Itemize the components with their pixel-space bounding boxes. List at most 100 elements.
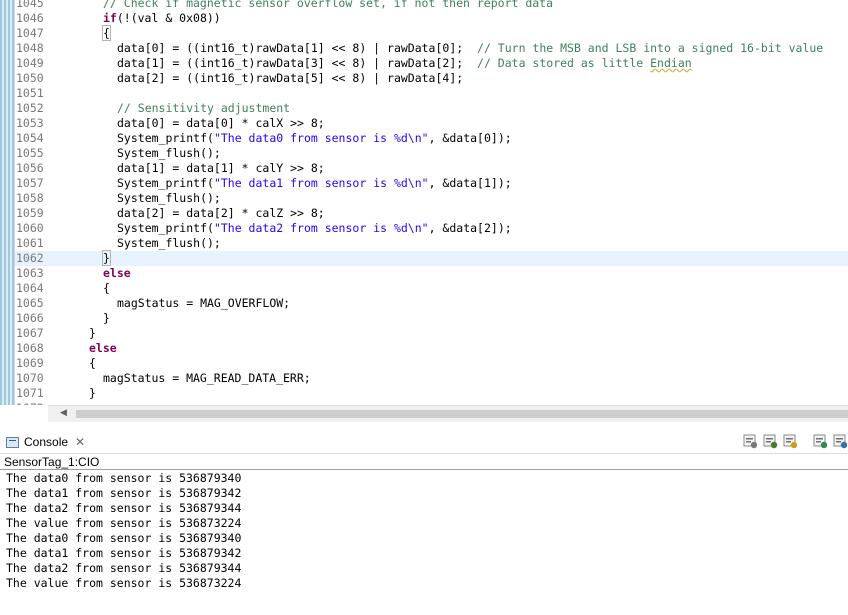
code-token: System_printf(: [117, 176, 214, 190]
code-text: else: [103, 266, 131, 281]
code-token: if: [103, 11, 117, 25]
code-text: System_flush();: [117, 191, 221, 206]
code-line[interactable]: 1047 {: [15, 25, 848, 41]
code-token: else: [103, 266, 131, 280]
code-area[interactable]: 1045 // Check if magnetic sensor overflow…: [15, 0, 848, 405]
code-text: {: [102, 25, 111, 41]
tab-console[interactable]: Console ✕: [6, 433, 85, 451]
code-line[interactable]: 1051: [15, 86, 848, 101]
line-number: 1054: [16, 131, 44, 145]
line-number: 1049: [16, 56, 44, 70]
console-output-line: The data2 from sensor is 536879344: [6, 501, 242, 515]
code-token: System_flush();: [117, 146, 221, 160]
code-line[interactable]: 1063 else: [15, 266, 848, 281]
code-token: System_flush();: [117, 191, 221, 205]
code-line[interactable]: 1071}: [15, 386, 848, 401]
code-line[interactable]: 1049 data[1] = ((int16_t)rawData[3] << 8)…: [15, 56, 848, 71]
code-line[interactable]: 1054 System_printf("The data0 from sensor…: [15, 131, 848, 146]
code-text: // Check if magnetic sensor overflow set…: [103, 0, 553, 11]
code-text: System_flush();: [117, 236, 221, 251]
scrollbar-thumb[interactable]: [76, 410, 848, 418]
console-divider: [0, 469, 848, 470]
code-token: }: [102, 250, 111, 266]
code-line[interactable]: 1065 magStatus = MAG_OVERFLOW;: [15, 296, 848, 311]
code-line[interactable]: 1056 data[1] = data[1] * calY >> 8;: [15, 161, 848, 176]
code-token: // Data stored as little: [477, 56, 651, 70]
code-text: magStatus = MAG_READ_DATA_ERR;: [103, 371, 311, 386]
console-name-label: SensorTag_1:CIO: [4, 455, 100, 469]
code-token: System_printf(: [117, 221, 214, 235]
line-number: 1065: [16, 296, 44, 310]
scroll-lock-icon[interactable]: [762, 433, 778, 449]
code-text: // Sensitivity adjustment: [117, 101, 290, 116]
code-text: System_printf("The data1 from sensor is …: [117, 176, 512, 191]
horizontal-scrollbar[interactable]: ◀: [48, 405, 848, 422]
tab-console-label: Console: [24, 435, 69, 449]
clear-console-icon[interactable]: [742, 433, 758, 449]
close-icon[interactable]: ✕: [75, 435, 85, 449]
line-number: 1045: [16, 0, 44, 10]
code-line[interactable]: 1059 data[2] = data[2] * calZ >> 8;: [15, 206, 848, 221]
code-token: magStatus = MAG_OVERFLOW;: [117, 296, 291, 310]
code-token: {: [102, 25, 111, 41]
code-line[interactable]: 1066}: [15, 311, 848, 326]
console-output[interactable]: The data0 from sensor is 536879340 The da…: [6, 471, 241, 591]
code-token: System_flush();: [117, 236, 221, 250]
console-view-header: Console ✕: [0, 429, 848, 454]
code-line[interactable]: 1048 data[0] = ((int16_t)rawData[1] << 8)…: [15, 41, 848, 56]
code-line[interactable]: 1055 System_flush();: [15, 146, 848, 161]
code-text: }: [102, 250, 111, 266]
code-token: // Turn the MSB and LSB into a signed 16…: [477, 41, 824, 55]
code-token: }: [89, 326, 96, 340]
code-line[interactable]: 1070 magStatus = MAG_READ_DATA_ERR;: [15, 371, 848, 386]
display-selected-console-icon[interactable]: [832, 433, 848, 449]
code-line[interactable]: 1057 System_printf("The data1 from sensor…: [15, 176, 848, 191]
code-line[interactable]: 1064 {: [15, 281, 848, 296]
console-toolbar: [742, 432, 848, 450]
code-text: data[0] = ((int16_t)rawData[1] << 8) | r…: [117, 41, 823, 56]
code-token: , &data[2]);: [428, 221, 512, 235]
code-token: {: [89, 356, 96, 370]
line-number: 1050: [16, 71, 44, 85]
line-number: 1053: [16, 116, 44, 130]
pin-console-icon[interactable]: [782, 433, 798, 449]
code-line[interactable]: 1060 System_printf("The data2 from sensor…: [15, 221, 848, 236]
console-output-line: The value from sensor is 536873224: [6, 576, 242, 590]
code-token: , &data[0]);: [428, 131, 512, 145]
code-token: data[2] = ((int16_t)rawData[5] << 8) | r…: [117, 71, 464, 85]
console-output-line: The data1 from sensor is 536879342: [6, 546, 242, 560]
code-line[interactable]: 1050 data[2] = ((int16_t)rawData[5] << 8)…: [15, 71, 848, 86]
code-line[interactable]: 1062}: [15, 250, 848, 266]
code-token: data[1] = ((int16_t)rawData[3] << 8) | r…: [117, 56, 478, 70]
line-number: 1047: [16, 26, 44, 40]
code-editor[interactable]: 1045 // Check if magnetic sensor overflow…: [0, 0, 848, 405]
text-cursor: [109, 251, 111, 264]
code-line[interactable]: 1058 System_flush();: [15, 191, 848, 206]
code-line[interactable]: 1053 data[0] = data[0] * calX >> 8;: [15, 116, 848, 131]
code-line[interactable]: 1045 // Check if magnetic sensor overflow…: [15, 0, 848, 11]
line-number: 1051: [16, 86, 44, 100]
code-token: System_printf(: [117, 131, 214, 145]
line-number: 1068: [16, 341, 44, 355]
code-text: data[2] = data[2] * calZ >> 8;: [117, 206, 325, 221]
code-line[interactable]: 1052 // Sensitivity adjustment: [15, 101, 848, 116]
code-text: data[2] = ((int16_t)rawData[5] << 8) | r…: [117, 71, 463, 86]
code-line[interactable]: 1069 {: [15, 356, 848, 371]
open-console-icon[interactable]: [812, 433, 828, 449]
code-text: else: [89, 341, 117, 356]
code-line[interactable]: 1061 System_flush();: [15, 236, 848, 251]
console-output-line: The data2 from sensor is 536879344: [6, 561, 242, 575]
code-text: magStatus = MAG_OVERFLOW;: [117, 296, 290, 311]
code-line[interactable]: 1068 else: [15, 341, 848, 356]
code-line[interactable]: 1046 if(!(val & 0x08)): [15, 11, 848, 26]
scroll-left-icon[interactable]: ◀: [60, 407, 67, 418]
code-line[interactable]: 1067}: [15, 326, 848, 341]
code-token: }: [103, 311, 110, 325]
code-token: data[1] = data[1] * calY >> 8;: [117, 161, 325, 175]
code-token: {: [103, 281, 110, 295]
code-text: data[1] = data[1] * calY >> 8;: [117, 161, 325, 176]
line-number: 1070: [16, 371, 44, 385]
line-number: 1055: [16, 146, 44, 160]
code-text: data[0] = data[0] * calX >> 8;: [117, 116, 325, 131]
code-token: "The data0 from sensor is %d\n": [213, 131, 429, 145]
